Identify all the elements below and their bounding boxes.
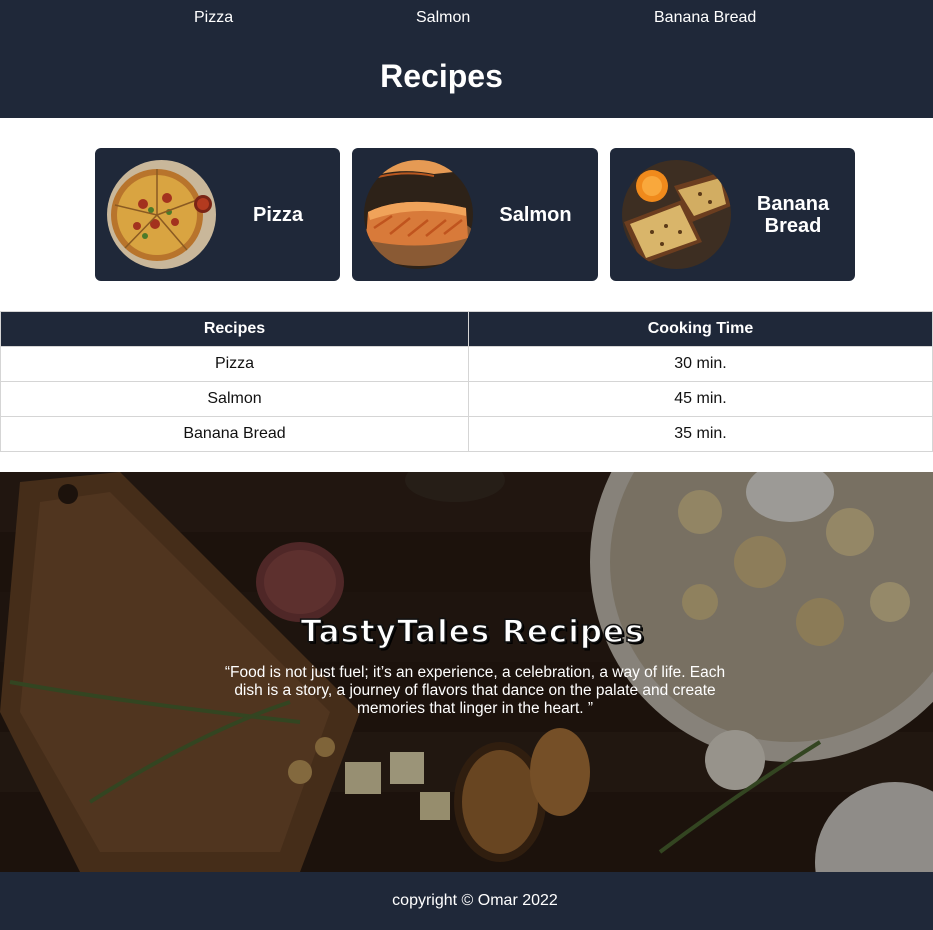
recipe-card-title: Pizza bbox=[252, 203, 304, 226]
table-cell-recipe: Salmon bbox=[0, 381, 469, 417]
table-header-cooking-time: Cooking Time bbox=[468, 311, 933, 347]
banana-bread-photo bbox=[622, 160, 731, 269]
table-cell-recipe: Pizza bbox=[0, 346, 469, 382]
table-cell-time: 30 min. bbox=[468, 346, 933, 382]
table-row: Pizza 30 min. bbox=[0, 346, 933, 382]
table-row: Salmon 45 min. bbox=[0, 381, 933, 417]
pizza-photo bbox=[107, 160, 216, 269]
nav-link-banana-bread[interactable]: Banana Bread bbox=[654, 9, 756, 27]
recipes-table: Recipes Cooking Time Pizza 30 min. Salmo… bbox=[0, 311, 933, 452]
table-cell-time: 35 min. bbox=[468, 416, 933, 452]
recipe-card-pizza[interactable]: Pizza bbox=[95, 148, 340, 281]
recipe-card-title: Banana Bread bbox=[756, 192, 830, 237]
salmon-photo bbox=[364, 160, 473, 269]
hero-quote: “Food is not just fuel; it’s an experien… bbox=[224, 664, 726, 717]
recipe-card-title: Salmon bbox=[499, 203, 572, 226]
nav-link-pizza[interactable]: Pizza bbox=[194, 9, 233, 27]
nav-link-salmon[interactable]: Salmon bbox=[416, 9, 470, 27]
table-header-recipes: Recipes bbox=[0, 311, 469, 347]
page-title: Recipes bbox=[380, 58, 503, 94]
table-cell-recipe: Banana Bread bbox=[0, 416, 469, 452]
hero-title: TastyTales Recipes bbox=[300, 613, 645, 651]
hero-section: TastyTales Recipes “Food is not just fue… bbox=[0, 472, 933, 872]
recipe-card-salmon[interactable]: Salmon bbox=[352, 148, 598, 281]
copyright-text: copyright © Omar 2022 bbox=[392, 892, 558, 909]
table-header-row: Recipes Cooking Time bbox=[0, 311, 933, 347]
table-cell-time: 45 min. bbox=[468, 381, 933, 417]
recipe-card-banana-bread[interactable]: Banana Bread bbox=[610, 148, 855, 281]
table-row: Banana Bread 35 min. bbox=[0, 416, 933, 452]
site-header: Pizza Salmon Banana Bread Recipes bbox=[0, 0, 933, 118]
site-footer: copyright © Omar 2022 bbox=[0, 872, 933, 930]
